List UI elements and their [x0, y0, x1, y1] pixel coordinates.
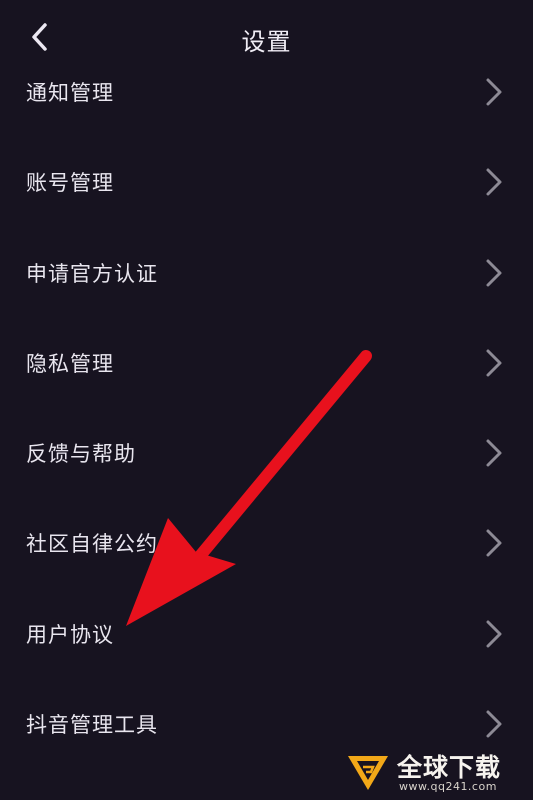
settings-item-community[interactable]: 社区自律公约: [0, 503, 533, 583]
settings-item-label: 社区自律公约: [26, 532, 158, 556]
chevron-right-icon: [486, 78, 502, 106]
watermark: 全球下载 www.qq241.com: [345, 748, 525, 794]
settings-item-verification[interactable]: 申请官方认证: [0, 233, 533, 313]
settings-item-label: 申请官方认证: [26, 262, 158, 286]
settings-item-privacy[interactable]: 隐私管理: [0, 323, 533, 403]
logo-icon: [348, 756, 388, 790]
settings-item-label: 抖音管理工具: [26, 713, 158, 737]
settings-item-account[interactable]: 账号管理: [0, 142, 533, 222]
chevron-right-icon: [486, 259, 502, 287]
chevron-right-icon: [486, 529, 502, 557]
settings-item-notification[interactable]: 通知管理: [0, 52, 533, 132]
settings-item-label: 通知管理: [26, 81, 114, 105]
settings-item-feedback[interactable]: 反馈与帮助: [0, 413, 533, 493]
chevron-right-icon: [486, 710, 502, 738]
settings-item-user-agreement[interactable]: 用户协议: [0, 594, 533, 674]
chevron-right-icon: [486, 439, 502, 467]
chevron-right-icon: [486, 349, 502, 377]
settings-item-label: 反馈与帮助: [26, 442, 136, 466]
watermark-brand: 全球下载: [397, 753, 502, 782]
watermark-url: www.qq241.com: [399, 780, 497, 793]
chevron-right-icon: [486, 620, 502, 648]
settings-item-label: 账号管理: [26, 171, 114, 195]
settings-item-label: 用户协议: [26, 623, 114, 647]
settings-item-label: 隐私管理: [26, 352, 114, 376]
chevron-right-icon: [486, 168, 502, 196]
